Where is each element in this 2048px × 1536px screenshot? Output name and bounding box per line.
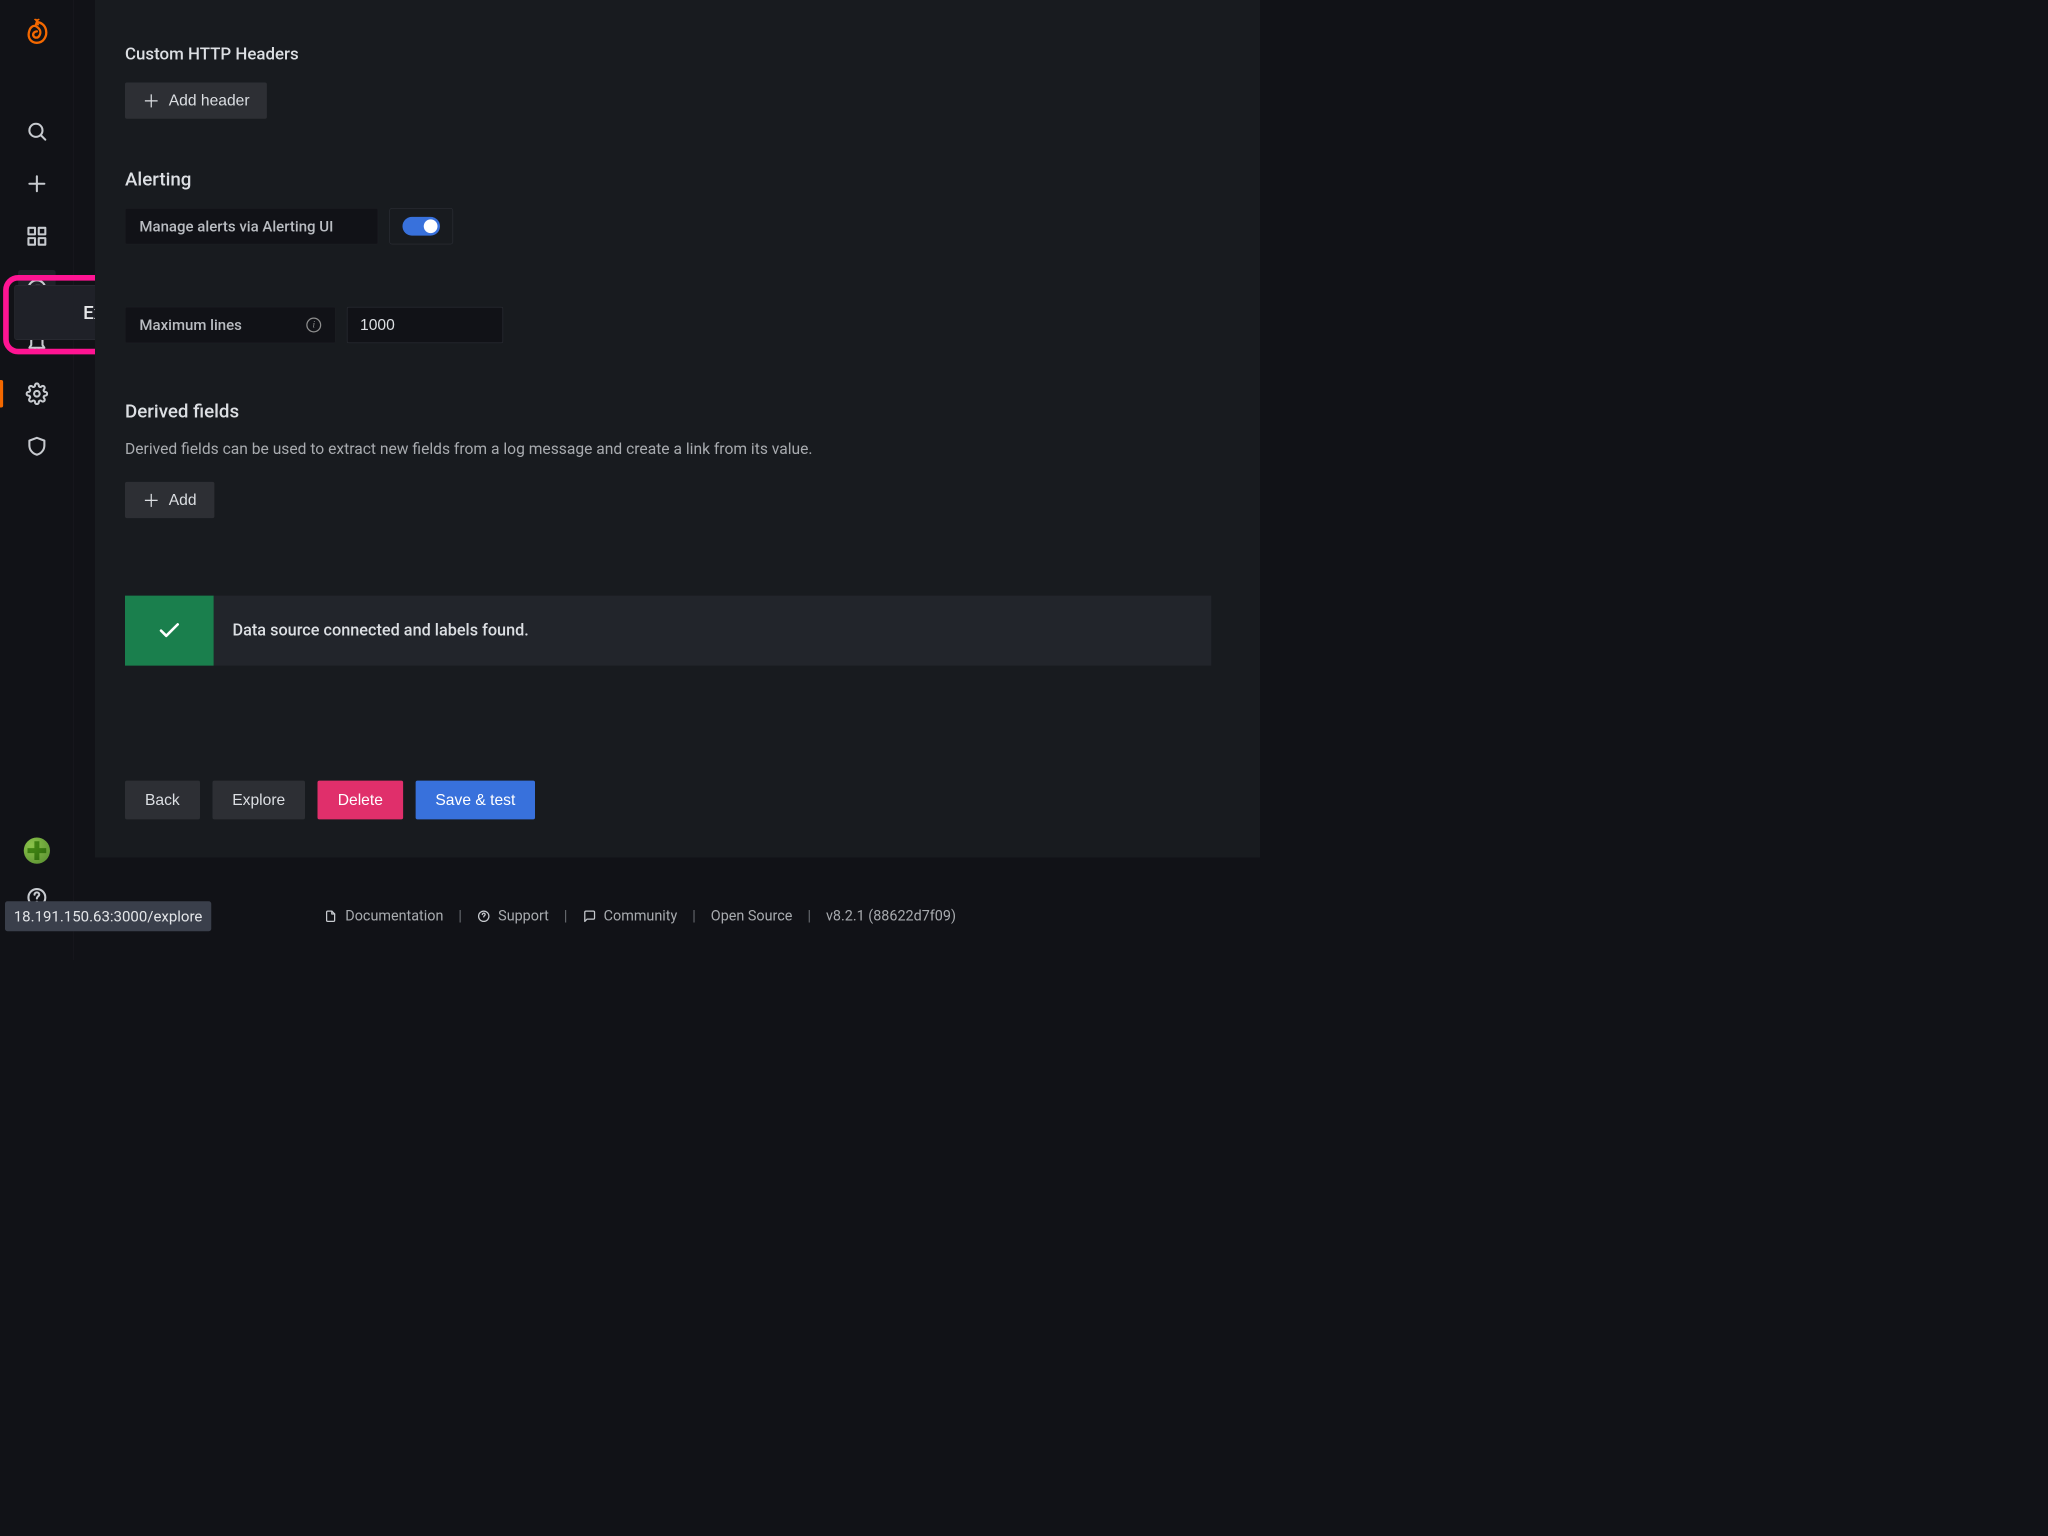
footer-community[interactable]: Community xyxy=(582,908,677,925)
plus-icon: ＋ xyxy=(143,488,161,513)
footer-separator: | xyxy=(807,908,811,925)
grafana-logo[interactable] xyxy=(19,15,54,50)
footer-separator: | xyxy=(458,908,462,925)
maximum-lines-label-box: Maximum lines i xyxy=(125,307,336,343)
nav-create[interactable] xyxy=(18,165,56,203)
derived-fields-section: Derived fields Derived fields can be use… xyxy=(125,401,1211,519)
explore-button[interactable]: Explore xyxy=(212,781,305,820)
footer-documentation[interactable]: Documentation xyxy=(324,908,443,925)
nav-dashboards[interactable] xyxy=(18,218,56,256)
community-icon xyxy=(582,909,596,923)
add-derived-label: Add xyxy=(169,491,197,509)
toggle-on-icon xyxy=(403,217,441,236)
plus-icon: ＋ xyxy=(143,88,161,113)
url-preview: 18.191.150.63:3000/explore xyxy=(5,901,211,931)
success-message: Data source connected and labels found. xyxy=(214,596,1212,666)
derived-fields-title: Derived fields xyxy=(125,401,1211,423)
maximum-lines-label: Maximum lines xyxy=(139,316,242,334)
info-icon[interactable]: i xyxy=(306,318,321,333)
check-icon xyxy=(157,618,182,643)
document-icon xyxy=(324,909,338,923)
custom-http-headers-title: Custom HTTP Headers xyxy=(125,44,1211,64)
action-row: Back Explore Delete Save & test xyxy=(125,781,1211,820)
shield-icon xyxy=(25,435,48,458)
sidebar xyxy=(0,0,74,960)
gear-icon xyxy=(25,383,48,406)
footer-open-source[interactable]: Open Source xyxy=(711,908,793,925)
user-avatar[interactable] xyxy=(23,838,49,864)
grafana-logo-icon xyxy=(23,19,51,47)
dashboards-icon xyxy=(25,225,48,248)
add-derived-field-button[interactable]: ＋ Add xyxy=(125,482,214,518)
help-icon xyxy=(477,909,491,923)
success-banner: Data source connected and labels found. xyxy=(125,596,1211,666)
alerting-title: Alerting xyxy=(125,169,1211,191)
footer-separator: | xyxy=(564,908,568,925)
back-button[interactable]: Back xyxy=(125,781,200,820)
footer-separator: | xyxy=(692,908,696,925)
manage-alerts-toggle[interactable] xyxy=(389,208,453,244)
save-test-button[interactable]: Save & test xyxy=(415,781,535,820)
main-content: Custom HTTP Headers ＋ Add header Alertin… xyxy=(95,0,1260,858)
derived-fields-description: Derived fields can be used to extract ne… xyxy=(125,440,1211,458)
delete-button[interactable]: Delete xyxy=(318,781,403,820)
manage-alerts-label: Manage alerts via Alerting UI xyxy=(125,208,378,244)
nav-search[interactable] xyxy=(18,113,56,151)
search-icon xyxy=(25,120,48,143)
custom-http-headers-section: Custom HTTP Headers ＋ Add header xyxy=(125,44,1211,119)
alerting-section: Alerting Manage alerts via Alerting UI M… xyxy=(125,169,1211,343)
nav-server-admin[interactable] xyxy=(18,428,56,466)
maximum-lines-input[interactable] xyxy=(347,307,503,343)
add-header-button[interactable]: ＋ Add header xyxy=(125,83,267,119)
success-icon-box xyxy=(125,596,214,666)
footer-support[interactable]: Support xyxy=(477,908,549,925)
nav-configuration[interactable] xyxy=(18,375,56,413)
plus-icon xyxy=(25,173,48,196)
footer-version: v8.2.1 (88622d7f09) xyxy=(826,908,956,925)
add-header-label: Add header xyxy=(169,92,250,110)
